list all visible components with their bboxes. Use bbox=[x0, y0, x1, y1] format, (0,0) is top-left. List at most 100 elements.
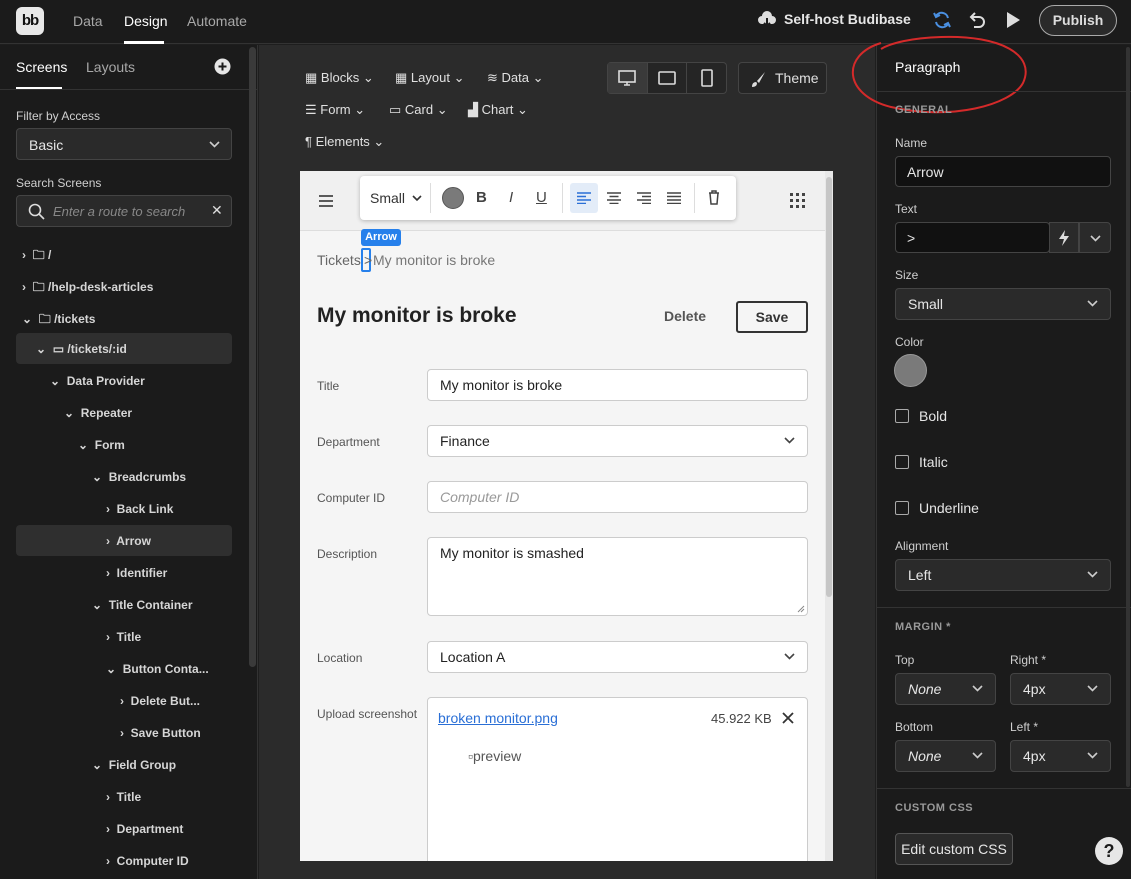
bold-checkbox[interactable] bbox=[895, 409, 909, 423]
resize-handle-icon[interactable] bbox=[797, 605, 805, 613]
tree-item-identifier[interactable]: › Identifier bbox=[106, 566, 167, 580]
margin-right-select[interactable]: 4px bbox=[1010, 673, 1111, 705]
tree-item-field-group[interactable]: ⌄ Field Group bbox=[92, 758, 176, 772]
self-host-link[interactable]: Self-host Budibase bbox=[784, 11, 911, 27]
tree-item-department[interactable]: › Department bbox=[106, 822, 183, 836]
chevron-down-icon: ⌄ bbox=[22, 312, 33, 326]
undo-icon[interactable] bbox=[967, 10, 987, 30]
edit-custom-css-button[interactable]: Edit custom CSS bbox=[895, 833, 1013, 865]
tree-item-tickets-id[interactable]: ⌄ ▭ /tickets/:id bbox=[36, 342, 127, 356]
delete-button[interactable]: Delete bbox=[664, 308, 706, 324]
margin-bottom-select[interactable]: None bbox=[895, 740, 996, 772]
theme-button[interactable]: Theme bbox=[738, 62, 827, 94]
tab-screens[interactable]: Screens bbox=[16, 59, 67, 75]
margin-top-select[interactable]: None bbox=[895, 673, 996, 705]
tree-item-title[interactable]: › Title bbox=[106, 630, 141, 644]
layout-menu[interactable]: ▦ Layout ⌄ bbox=[395, 70, 464, 86]
align-justify-icon[interactable] bbox=[667, 192, 681, 204]
tree-item-data-provider[interactable]: ⌄ Data Provider bbox=[50, 374, 145, 388]
publish-button[interactable]: Publish bbox=[1039, 5, 1117, 36]
remove-file-icon[interactable] bbox=[782, 712, 794, 724]
tree-item-delete-button[interactable]: › Delete But... bbox=[120, 694, 200, 708]
access-filter-select[interactable]: Basic bbox=[16, 128, 232, 160]
trash-icon[interactable] bbox=[708, 190, 720, 205]
color-swatch[interactable] bbox=[442, 187, 464, 209]
chart-menu[interactable]: ▟ Chart ⌄ bbox=[468, 102, 528, 118]
margin-left-select[interactable]: 4px bbox=[1010, 740, 1111, 772]
left-scrollbar[interactable] bbox=[249, 47, 256, 667]
underline-button[interactable]: U bbox=[536, 189, 547, 206]
name-input[interactable]: Arrow bbox=[895, 156, 1111, 187]
tablet-icon[interactable] bbox=[648, 63, 688, 93]
text-input[interactable]: > bbox=[895, 222, 1050, 253]
tree-item-button-container[interactable]: ⌄ Button Conta... bbox=[106, 662, 209, 676]
folder-icon: 🗀 bbox=[38, 312, 51, 326]
clear-search-icon[interactable]: ✕ bbox=[211, 202, 223, 219]
color-picker[interactable] bbox=[894, 354, 927, 387]
cloud-download-icon[interactable] bbox=[757, 10, 777, 30]
form-menu[interactable]: ☰ Form ⌄ bbox=[305, 102, 365, 118]
tree-item-computer-id[interactable]: › Computer ID bbox=[106, 854, 189, 868]
card-menu[interactable]: ▭ Card ⌄ bbox=[389, 102, 448, 118]
align-left-button[interactable] bbox=[570, 183, 598, 213]
text-options-button[interactable] bbox=[1079, 222, 1111, 253]
italic-button[interactable]: I bbox=[509, 189, 513, 206]
tree-item-arrow[interactable]: › Arrow bbox=[106, 534, 151, 548]
tree-item-help-desk[interactable]: › 🗀 /help-desk-articles bbox=[22, 278, 153, 299]
tree-item-back-link[interactable]: › Back Link bbox=[106, 502, 173, 516]
grid-icon[interactable] bbox=[790, 193, 806, 209]
right-scrollbar[interactable] bbox=[1126, 47, 1130, 787]
tree-item-tickets[interactable]: ⌄ 🗀 /tickets bbox=[22, 310, 95, 331]
preview-scrollbar[interactable] bbox=[826, 177, 832, 597]
breadcrumb-arrow[interactable]: > bbox=[361, 248, 372, 272]
tree-item-save-button[interactable]: › Save Button bbox=[120, 726, 201, 740]
title-input[interactable]: My monitor is broke bbox=[427, 369, 808, 401]
breadcrumb-back-link[interactable]: Tickets bbox=[317, 252, 361, 268]
size-dropdown[interactable]: Small bbox=[370, 190, 405, 206]
save-button[interactable]: Save bbox=[736, 301, 808, 333]
search-box[interactable]: Enter a route to search ✕ bbox=[16, 195, 232, 227]
underline-checkbox[interactable] bbox=[895, 501, 909, 515]
margin-top-label: Top bbox=[895, 653, 915, 667]
alignment-select[interactable]: Left bbox=[895, 559, 1111, 591]
elements-menu[interactable]: ¶ Elements ⌄ bbox=[305, 134, 384, 150]
tree-item-title-container[interactable]: ⌄ Title Container bbox=[92, 598, 193, 612]
section-custom-css: CUSTOM CSS bbox=[895, 802, 974, 814]
align-right-icon[interactable] bbox=[637, 192, 651, 204]
tab-layouts[interactable]: Layouts bbox=[86, 59, 135, 75]
location-select[interactable]: Location A bbox=[427, 641, 808, 673]
bold-button[interactable]: B bbox=[476, 189, 487, 206]
data-menu[interactable]: ≋ Data ⌄ bbox=[487, 70, 544, 86]
mobile-icon[interactable] bbox=[687, 63, 726, 93]
budibase-logo[interactable]: bb bbox=[16, 7, 44, 35]
binding-button[interactable] bbox=[1049, 222, 1079, 253]
tree-item-repeater[interactable]: ⌄ Repeater bbox=[64, 406, 132, 420]
sync-icon[interactable] bbox=[932, 10, 952, 30]
file-link[interactable]: broken monitor.png bbox=[438, 710, 558, 726]
description-textarea[interactable]: My monitor is smashed bbox=[427, 537, 808, 616]
tree-item-field-title[interactable]: › Title bbox=[106, 790, 141, 804]
add-screen-icon[interactable] bbox=[214, 58, 231, 75]
align-center-icon[interactable] bbox=[607, 192, 621, 204]
field-label-computer-id: Computer ID bbox=[317, 491, 386, 505]
blocks-menu[interactable]: ▦ Blocks ⌄ bbox=[305, 70, 374, 86]
nav-automate[interactable]: Automate bbox=[187, 13, 247, 29]
upload-dropzone[interactable]: broken monitor.png 45.922 KB ▫preview bbox=[427, 697, 808, 861]
tree-item-form[interactable]: ⌄ Form bbox=[78, 438, 125, 452]
desktop-icon[interactable] bbox=[608, 63, 648, 93]
department-select[interactable]: Finance bbox=[427, 425, 808, 457]
tree-item-root[interactable]: › 🗀 / bbox=[22, 246, 51, 267]
nav-design[interactable]: Design bbox=[124, 13, 168, 29]
size-select[interactable]: Small bbox=[895, 288, 1111, 320]
search-input[interactable]: Enter a route to search bbox=[53, 204, 185, 219]
computer-id-input[interactable]: Computer ID bbox=[427, 481, 808, 513]
nav-data[interactable]: Data bbox=[73, 13, 103, 29]
form-icon: ☰ bbox=[305, 102, 317, 117]
tree-item-breadcrumbs[interactable]: ⌄ Breadcrumbs bbox=[92, 470, 186, 484]
play-icon[interactable] bbox=[1005, 11, 1021, 29]
italic-checkbox[interactable] bbox=[895, 455, 909, 469]
chevron-down-icon bbox=[412, 195, 422, 202]
margin-left-label: Left * bbox=[1010, 720, 1039, 734]
hamburger-icon[interactable] bbox=[318, 194, 334, 208]
help-icon[interactable]: ? bbox=[1095, 837, 1123, 865]
